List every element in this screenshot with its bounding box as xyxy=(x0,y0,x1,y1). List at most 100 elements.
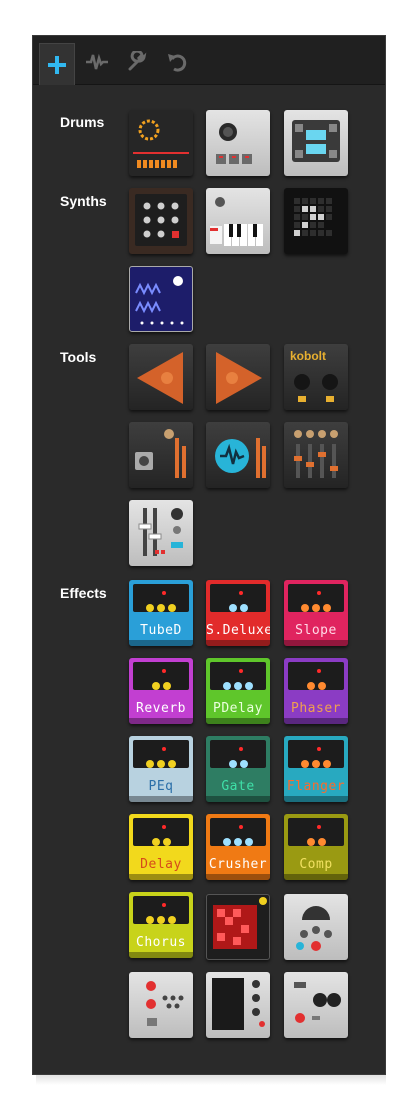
effect-pedal[interactable]: Delay xyxy=(129,814,193,880)
drum-display-icon xyxy=(292,120,340,162)
knob-icon[interactable] xyxy=(151,682,160,690)
device-browser-panel: Drums Synths Tools Effects kobolt TubeD … xyxy=(32,35,386,1075)
knob-icon[interactable] xyxy=(312,604,320,612)
tool-kobolt[interactable]: kobolt xyxy=(284,344,348,410)
screen-panel-icon xyxy=(212,978,265,1030)
knob-icon[interactable] xyxy=(146,760,154,768)
knob-icon[interactable] xyxy=(312,760,320,768)
knob-icon[interactable] xyxy=(162,682,171,690)
knob-icon[interactable] xyxy=(239,604,248,612)
knob-row xyxy=(210,838,266,846)
knob-icon[interactable] xyxy=(306,838,315,846)
effect-pedal[interactable]: Comp xyxy=(284,814,348,880)
effect-pedal[interactable]: PEq xyxy=(129,736,193,802)
knob-icon[interactable] xyxy=(157,760,165,768)
effect-gray-dual[interactable] xyxy=(284,972,348,1038)
audio-meter-icon xyxy=(215,438,266,478)
dual-speaker-icon xyxy=(294,982,341,1023)
effect-pedal[interactable]: Slope xyxy=(284,580,348,646)
synth-wave[interactable] xyxy=(129,266,193,332)
knob-icon[interactable] xyxy=(317,838,326,846)
effect-pedal[interactable]: Chorus xyxy=(129,892,193,958)
effect-pedal[interactable]: Crusher xyxy=(206,814,270,880)
effect-pedal[interactable]: Reverb xyxy=(129,658,193,724)
knob-icon[interactable] xyxy=(306,682,315,690)
effect-bitmap-red[interactable] xyxy=(206,894,270,960)
effect-pedal[interactable]: Gate xyxy=(206,736,270,802)
knob-icon[interactable] xyxy=(245,682,253,690)
drum-machine-display[interactable] xyxy=(284,110,348,176)
triangle-right-icon xyxy=(216,352,262,404)
knob-icon[interactable] xyxy=(317,682,326,690)
effect-gray-screen[interactable] xyxy=(206,972,270,1038)
effect-pedal[interactable]: TubeD xyxy=(129,580,193,646)
effect-pedal[interactable]: PDelay xyxy=(206,658,270,724)
knob-row xyxy=(288,760,344,768)
knob-icon[interactable] xyxy=(151,838,160,846)
drum-machine-knob[interactable] xyxy=(206,110,270,176)
tool-right-triangle[interactable] xyxy=(206,344,270,410)
pedal-footswitch xyxy=(206,874,270,880)
led-indicator-icon xyxy=(162,591,166,595)
knob-icon[interactable] xyxy=(323,604,331,612)
pedal-footswitch xyxy=(284,640,348,646)
knob-icon[interactable] xyxy=(157,916,165,924)
pedal-name: Phaser xyxy=(291,701,341,716)
knob-icon[interactable] xyxy=(223,682,231,690)
pedal-name: Slope xyxy=(295,623,337,638)
tab-undo[interactable] xyxy=(159,44,195,80)
tool-audio-meter[interactable] xyxy=(206,422,270,488)
knob-icon[interactable] xyxy=(168,916,176,924)
synth-modular[interactable] xyxy=(129,188,193,254)
drum-machine-circle[interactable] xyxy=(129,110,193,176)
tool-mixer-strip[interactable] xyxy=(129,422,193,488)
knob-icon[interactable] xyxy=(157,604,165,612)
knob-icon[interactable] xyxy=(234,682,242,690)
pedal-name: S.Deluxe xyxy=(206,623,270,638)
pedal-name: PDelay xyxy=(213,701,263,716)
tool-left-triangle[interactable] xyxy=(129,344,193,410)
knob-icon[interactable] xyxy=(168,760,176,768)
tool-multi-channel[interactable] xyxy=(284,422,348,488)
section-label-drums: Drums xyxy=(60,114,105,130)
synth-keys[interactable] xyxy=(206,188,270,254)
effect-gray-switches[interactable] xyxy=(129,972,193,1038)
led-indicator-icon xyxy=(317,747,321,751)
undo-icon xyxy=(168,54,187,72)
mixer-strip-icon xyxy=(135,429,186,478)
tab-add[interactable] xyxy=(39,43,75,85)
tab-settings[interactable] xyxy=(119,44,155,80)
knob-icon[interactable] xyxy=(228,760,237,768)
knob-icon[interactable] xyxy=(146,604,154,612)
section-label-synths: Synths xyxy=(60,193,107,209)
red-pixel-display-icon xyxy=(213,897,267,949)
effect-pedal[interactable]: Flanger xyxy=(284,736,348,802)
synth-grid[interactable] xyxy=(284,188,348,254)
effect-gray-knobs[interactable] xyxy=(284,894,348,960)
knob-icon[interactable] xyxy=(239,760,248,768)
led-grid-icon xyxy=(294,198,332,236)
knob-icon[interactable] xyxy=(301,604,309,612)
pedal-footswitch xyxy=(284,796,348,802)
pedal-name: TubeD xyxy=(140,623,182,638)
knob-row xyxy=(210,682,266,690)
knob-icon[interactable] xyxy=(245,838,253,846)
led-indicator-icon xyxy=(239,747,243,751)
tab-audio[interactable] xyxy=(79,44,115,80)
pedal-control-panel xyxy=(133,584,189,612)
pedal-name: Delay xyxy=(140,857,182,872)
tool-fader[interactable] xyxy=(129,500,193,566)
knob-icon[interactable] xyxy=(301,760,309,768)
knob-icon[interactable] xyxy=(223,838,231,846)
knob-icon[interactable] xyxy=(228,604,237,612)
knob-icon[interactable] xyxy=(323,760,331,768)
effect-pedal[interactable]: S.Deluxe xyxy=(206,580,270,646)
pedal-control-panel xyxy=(288,662,344,690)
knob-icon[interactable] xyxy=(146,916,154,924)
led-indicator-icon xyxy=(317,669,321,673)
knob-icon[interactable] xyxy=(234,838,242,846)
effect-pedal[interactable]: Phaser xyxy=(284,658,348,724)
knob-icon[interactable] xyxy=(168,604,176,612)
fader-icon xyxy=(138,508,183,556)
knob-icon[interactable] xyxy=(162,838,171,846)
